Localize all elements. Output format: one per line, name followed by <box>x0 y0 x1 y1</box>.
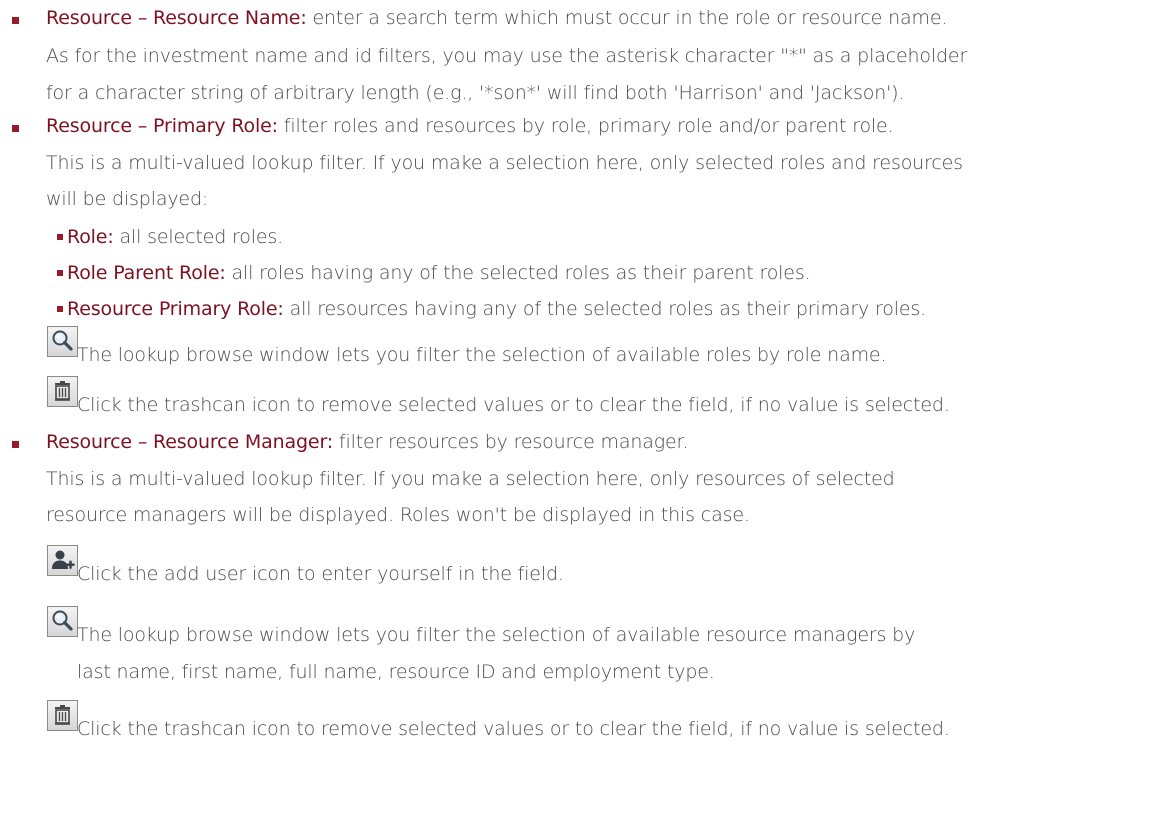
icon-description: The lookup browse window lets you filter… <box>77 344 887 366</box>
bullet-marker <box>12 17 19 24</box>
trashcan-icon <box>47 376 78 407</box>
icon-description: The lookup browse window lets you filter… <box>77 624 916 646</box>
sub-bullet-marker <box>57 270 63 276</box>
description-text: all resources having any of the selected… <box>283 298 927 320</box>
sub-item-resource-primary-role: Resource Primary Role: all resources hav… <box>67 297 926 321</box>
description-text: filter roles and resources by role, prim… <box>277 115 894 137</box>
list-item-resource-manager: Resource – Resource Manager: filter reso… <box>46 430 688 454</box>
icon-description-continuation: last name, first name, full name, resour… <box>77 661 715 683</box>
sub-bullet-marker <box>57 306 63 312</box>
description-line: As for the investment name and id filter… <box>46 45 968 67</box>
description-text: all roles having any of the selected rol… <box>225 262 811 284</box>
description-text: all selected roles. <box>113 226 284 248</box>
term-label: Resource – Resource Manager: <box>46 431 334 453</box>
list-item-primary-role: Resource – Primary Role: filter roles an… <box>46 114 894 138</box>
sub-item-role-parent-role: Role Parent Role: all roles having any o… <box>67 261 811 285</box>
term-label: Resource – Primary Role: <box>46 115 278 137</box>
icon-description: Click the trashcan icon to remove select… <box>77 718 950 740</box>
description-line: This is a multi-valued lookup filter. If… <box>46 152 963 174</box>
magnifier-icon <box>47 606 78 637</box>
term-label: Role Parent Role: <box>67 262 226 284</box>
term-label: Role: <box>67 226 114 248</box>
description-line: This is a multi-valued lookup filter. If… <box>46 468 895 490</box>
description-line: will be displayed: <box>46 188 209 210</box>
term-label: Resource – Resource Name: <box>46 7 307 29</box>
list-item-resource-name: Resource – Resource Name: enter a search… <box>46 6 947 30</box>
sub-item-role: Role: all selected roles. <box>67 225 283 249</box>
description-line: for a character string of arbitrary leng… <box>46 82 905 104</box>
bullet-marker <box>12 125 19 132</box>
sub-bullet-marker <box>57 234 63 240</box>
add-user-icon <box>47 545 78 576</box>
icon-description: Click the trashcan icon to remove select… <box>77 394 950 416</box>
document-body: Resource – Resource Name: enter a search… <box>0 0 1169 816</box>
magnifier-icon <box>47 326 78 357</box>
trashcan-icon <box>47 700 78 731</box>
description-line: resource managers will be displayed. Rol… <box>46 504 750 526</box>
bullet-marker <box>12 441 19 448</box>
description-text: filter resources by resource manager. <box>333 431 689 453</box>
icon-description: Click the add user icon to enter yoursel… <box>77 563 564 585</box>
term-label: Resource Primary Role: <box>67 298 284 320</box>
description-text: enter a search term which must occur in … <box>306 7 948 29</box>
